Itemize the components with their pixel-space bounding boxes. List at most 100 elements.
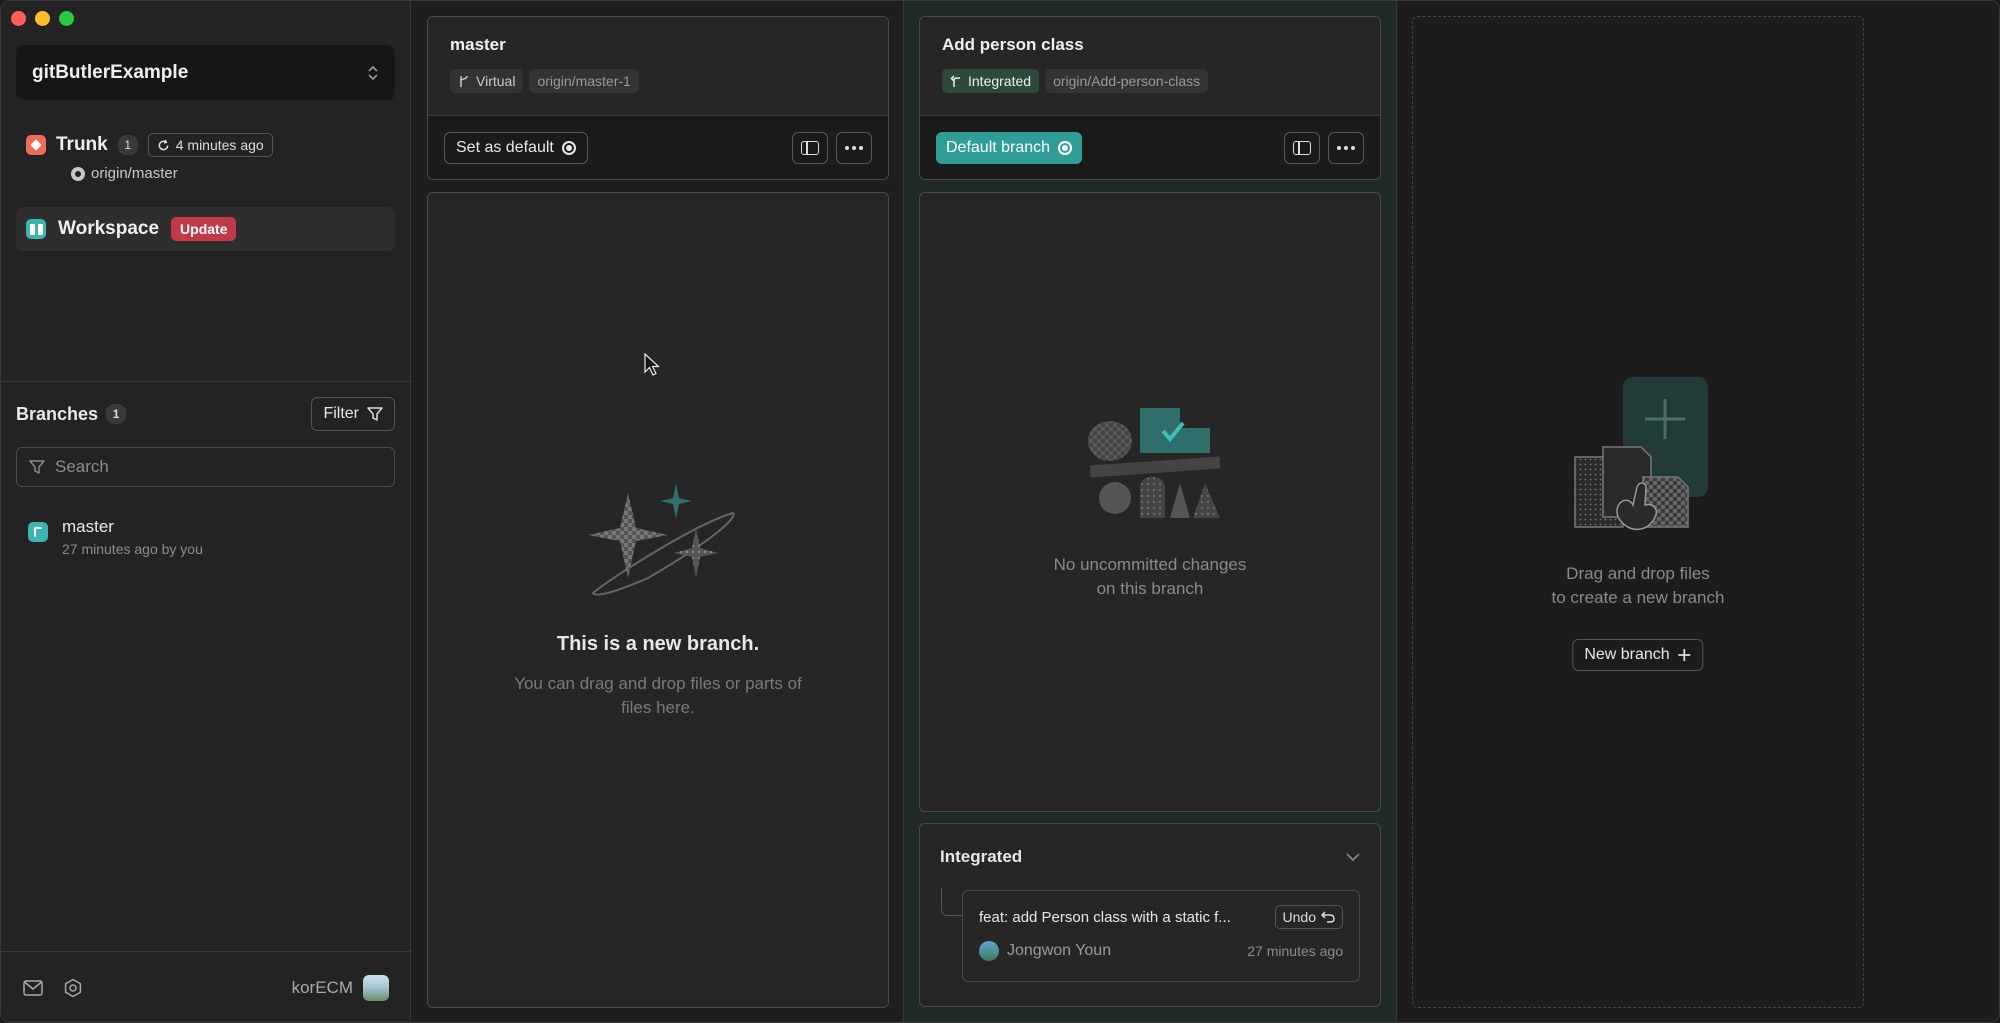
branch-title[interactable]: master bbox=[450, 35, 866, 55]
default-branch-button[interactable]: Default branch bbox=[936, 131, 1083, 164]
branch-header-card: master Virtual origin/master-1 Set as de… bbox=[427, 16, 889, 180]
integrated-commits-section: Integrated feat: add Person class with a… bbox=[919, 823, 1381, 1007]
integrated-header[interactable]: Integrated bbox=[920, 824, 1380, 890]
trunk-count-badge: 1 bbox=[117, 135, 138, 155]
branch-search[interactable] bbox=[16, 447, 395, 487]
workspace-label: Workspace bbox=[58, 218, 160, 239]
undo-icon bbox=[1321, 911, 1335, 923]
workspace-icon bbox=[26, 219, 46, 239]
commit-author: Jongwon Youn bbox=[1007, 942, 1112, 959]
app-window: gitButlerExample Trunk 1 4 minutes ago o… bbox=[0, 0, 2000, 1023]
close-window-button[interactable] bbox=[11, 11, 26, 26]
integrated-title: Integrated bbox=[940, 847, 1023, 866]
author-avatar bbox=[979, 941, 999, 961]
zoom-window-button[interactable] bbox=[59, 11, 74, 26]
collapse-lane-button[interactable] bbox=[1284, 131, 1320, 164]
more-options-button[interactable] bbox=[836, 131, 872, 164]
more-options-button[interactable] bbox=[1328, 131, 1364, 164]
filter-icon bbox=[367, 406, 383, 421]
commit-connector bbox=[941, 888, 963, 916]
integrated-tag-label: Integrated bbox=[968, 73, 1032, 89]
settings-icon[interactable] bbox=[63, 978, 83, 998]
sidebar-footer: korECM bbox=[23, 973, 389, 1003]
chevron-down-icon bbox=[1346, 852, 1360, 861]
plus-icon bbox=[1678, 649, 1691, 661]
window-controls bbox=[11, 11, 74, 26]
branches-title: Branches bbox=[16, 403, 99, 424]
more-icon bbox=[1337, 145, 1355, 150]
search-input[interactable] bbox=[55, 457, 382, 477]
branch-icon bbox=[460, 75, 468, 87]
remote-tag: origin/master-1 bbox=[529, 69, 639, 93]
new-branch-button[interactable]: New branch bbox=[1572, 639, 1704, 671]
github-icon bbox=[71, 166, 85, 181]
username: korECM bbox=[291, 978, 353, 997]
empty-changes-illustration bbox=[1088, 408, 1221, 518]
set-as-default-button[interactable]: Set as default bbox=[444, 131, 588, 164]
trunk-label: Trunk bbox=[56, 134, 108, 155]
set-as-default-label: Set as default bbox=[456, 138, 554, 156]
sidebar-footer-divider bbox=[1, 951, 411, 952]
no-changes-line2: on this branch bbox=[1096, 579, 1204, 598]
undo-label: Undo bbox=[1282, 909, 1316, 925]
trunk-icon bbox=[26, 135, 46, 155]
collapse-lane-button[interactable] bbox=[792, 131, 828, 164]
dropzone-line2: to create a new branch bbox=[1551, 588, 1725, 607]
fetch-time-text: 4 minutes ago bbox=[175, 137, 264, 153]
sidebar: gitButlerExample Trunk 1 4 minutes ago o… bbox=[1, 1, 411, 1022]
commit-card[interactable]: feat: add Person class with a static f..… bbox=[962, 890, 1360, 982]
new-branch-lane: Drag and drop files to create a new bran… bbox=[1397, 1, 1999, 1022]
virtual-tag: Virtual bbox=[450, 69, 524, 93]
branches-header: Branches 1 Filter bbox=[16, 397, 395, 431]
remote-tag: origin/Add-person-class bbox=[1045, 69, 1209, 93]
project-name: gitButlerExample bbox=[32, 61, 189, 83]
more-icon bbox=[845, 145, 863, 150]
commit-message: feat: add Person class with a static f..… bbox=[979, 908, 1231, 926]
branches-count-badge: 1 bbox=[106, 404, 127, 424]
sidebar-item-trunk[interactable]: Trunk 1 4 minutes ago origin/master bbox=[16, 125, 395, 195]
branch-lane-add-person-class: Add person class Integrated origin/Add-p… bbox=[904, 1, 1397, 1022]
fetch-time-badge[interactable]: 4 minutes ago bbox=[147, 133, 273, 157]
new-branch-label: New branch bbox=[1584, 646, 1670, 663]
integrated-tag: Integrated bbox=[942, 69, 1040, 93]
empty-branch-subtitle: You can drag and drop files or parts of … bbox=[514, 674, 802, 717]
dropzone-line1: Drag and drop files bbox=[1566, 564, 1710, 583]
update-badge[interactable]: Update bbox=[171, 217, 237, 241]
chevron-updown-icon bbox=[367, 64, 379, 82]
target-icon bbox=[561, 140, 576, 155]
branch-list-item[interactable]: master 27 minutes ago by you bbox=[16, 511, 395, 571]
sidebar-panel-icon bbox=[801, 140, 819, 155]
virtual-tag-label: Virtual bbox=[476, 73, 516, 89]
trunk-remote: origin/master bbox=[91, 165, 178, 182]
branch-files-dropzone[interactable]: This is a new branch. You can drag and d… bbox=[427, 192, 889, 1008]
uncommitted-changes-area[interactable]: No uncommitted changes on this branch bbox=[919, 192, 1381, 812]
branch-name: master bbox=[62, 517, 114, 536]
new-branch-dropzone[interactable]: Drag and drop files to create a new bran… bbox=[1412, 16, 1864, 1008]
branch-header-card: Add person class Integrated origin/Add-p… bbox=[919, 16, 1381, 180]
filter-label: Filter bbox=[323, 405, 359, 422]
sidebar-panel-icon bbox=[1293, 140, 1311, 155]
empty-branch-title: This is a new branch. bbox=[556, 633, 760, 655]
branch-title[interactable]: Add person class bbox=[942, 35, 1358, 55]
default-branch-label: Default branch bbox=[946, 138, 1051, 156]
filter-button[interactable]: Filter bbox=[311, 397, 395, 431]
target-icon bbox=[1058, 140, 1073, 155]
branch-lane-master: master Virtual origin/master-1 Set as de… bbox=[412, 1, 904, 1022]
drag-files-illustration bbox=[1574, 377, 1708, 531]
refresh-icon bbox=[158, 139, 169, 150]
user-profile[interactable]: korECM bbox=[292, 975, 389, 1001]
undo-button[interactable]: Undo bbox=[1274, 905, 1343, 929]
filter-icon bbox=[29, 459, 45, 474]
mouse-cursor-icon bbox=[644, 353, 660, 376]
mail-icon[interactable] bbox=[23, 980, 43, 996]
commit-time: 27 minutes ago bbox=[1247, 943, 1343, 959]
project-selector[interactable]: gitButlerExample bbox=[16, 45, 395, 100]
merge-icon bbox=[950, 74, 961, 87]
minimize-window-button[interactable] bbox=[35, 11, 50, 26]
sidebar-divider bbox=[1, 381, 411, 382]
sparkles-illustration bbox=[588, 483, 735, 596]
sidebar-item-workspace[interactable]: Workspace Update bbox=[16, 207, 395, 251]
no-changes-line1: No uncommitted changes bbox=[1053, 555, 1247, 574]
branch-meta: 27 minutes ago by you bbox=[62, 541, 203, 557]
avatar bbox=[363, 975, 389, 1001]
